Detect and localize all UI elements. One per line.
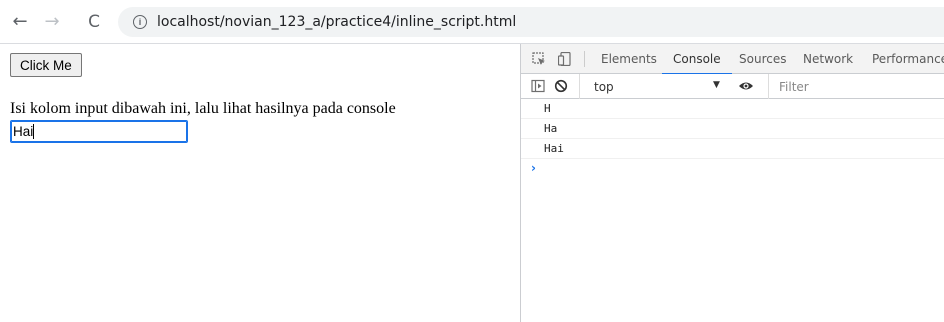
clear-console-icon[interactable]: [554, 79, 568, 93]
text-input[interactable]: Hai: [10, 120, 188, 143]
filter-placeholder: Filter: [779, 79, 809, 94]
console-output: H Ha Hai ›: [521, 99, 944, 322]
context-selector[interactable]: top: [579, 74, 727, 99]
input-value: Hai: [13, 124, 34, 139]
tabbar-divider: [584, 51, 585, 67]
console-toolbar: top ▼ Filter: [521, 74, 944, 99]
text-caret: [33, 124, 35, 139]
sidebar-toggle-icon[interactable]: [531, 79, 545, 93]
console-log-line: H: [521, 99, 944, 119]
devtools-panel: Elements Console Sources Network Perform…: [520, 44, 944, 322]
filter-input[interactable]: Filter: [768, 74, 944, 99]
log-text: Hai: [544, 142, 564, 155]
log-text: H: [544, 102, 551, 115]
console-prompt[interactable]: ›: [521, 159, 944, 177]
tab-sources[interactable]: Sources: [739, 44, 786, 74]
prompt-chevron-icon: ›: [531, 161, 536, 175]
arrow-left-icon: ←: [12, 11, 28, 32]
back-button[interactable]: ←: [8, 10, 32, 34]
info-icon[interactable]: i: [133, 15, 147, 29]
reload-icon: C: [88, 11, 100, 32]
devtools-tabbar: Elements Console Sources Network Perform…: [521, 44, 944, 75]
tab-elements[interactable]: Elements: [601, 44, 657, 74]
reload-button[interactable]: C: [82, 10, 106, 34]
console-log-line: Hai: [521, 139, 944, 159]
url-text[interactable]: localhost/novian_123_a/practice4/inline_…: [157, 14, 516, 30]
dropdown-arrow-icon: ▼: [713, 80, 720, 90]
eye-icon[interactable]: [738, 80, 754, 92]
inspect-element-icon[interactable]: [532, 52, 546, 66]
console-log-line: Ha: [521, 119, 944, 139]
tab-network[interactable]: Network: [803, 44, 853, 74]
page-content: Click Me Isi kolom input dibawah ini, la…: [0, 44, 520, 322]
device-toolbar-icon[interactable]: [558, 52, 572, 66]
address-bar[interactable]: i localhost/novian_123_a/practice4/inlin…: [118, 7, 944, 37]
click-me-button[interactable]: Click Me: [10, 53, 82, 77]
instruction-text: Isi kolom input dibawah ini, lalu lihat …: [10, 100, 396, 117]
context-value: top: [594, 79, 614, 94]
tab-performance[interactable]: Performance: [872, 44, 944, 74]
tab-console[interactable]: Console: [662, 44, 732, 75]
arrow-right-icon: →: [44, 11, 60, 32]
browser-toolbar: ← → C i localhost/novian_123_a/practice4…: [0, 0, 944, 44]
forward-button[interactable]: →: [40, 10, 64, 34]
log-text: Ha: [544, 122, 558, 135]
